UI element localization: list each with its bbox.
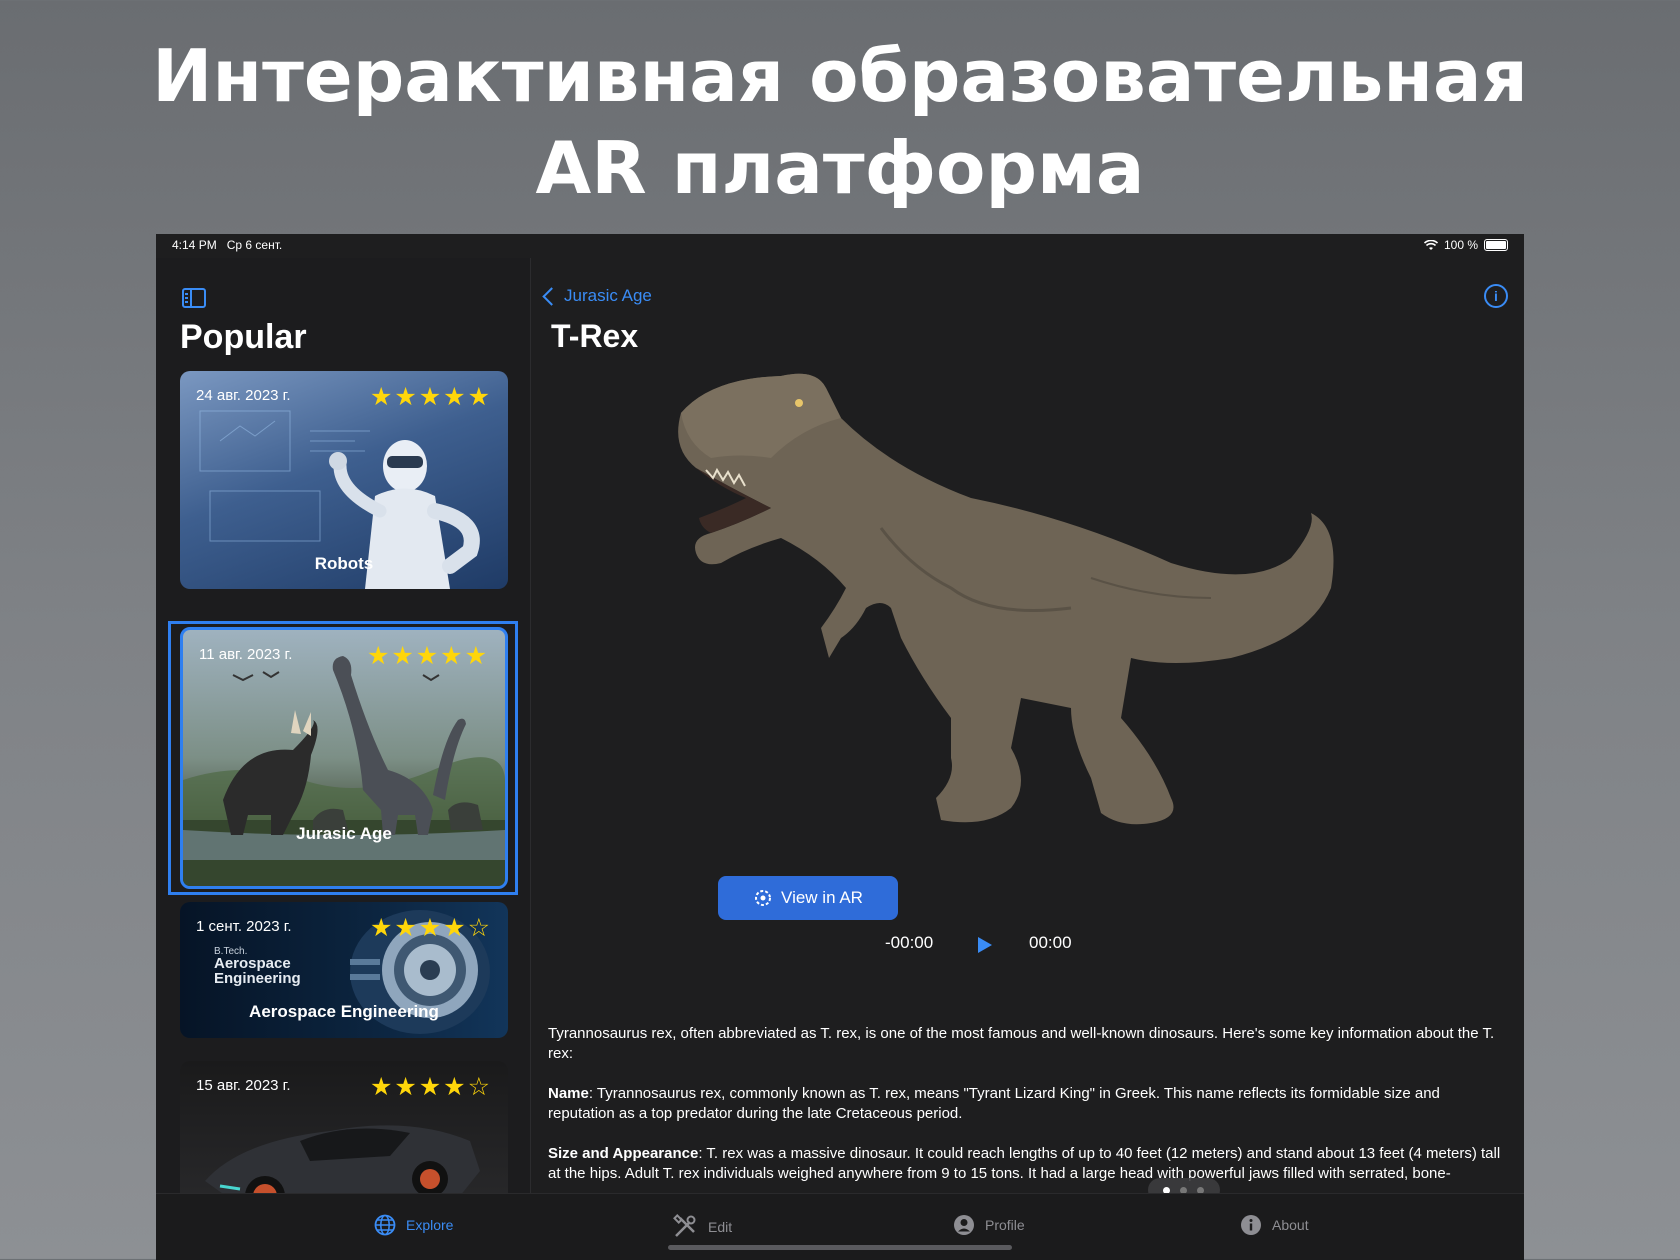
tab-edit[interactable]: Edit	[672, 1214, 732, 1240]
tab-label: About	[1272, 1217, 1309, 1233]
battery-percent: 100 %	[1443, 238, 1478, 252]
view-in-ar-label: View in AR	[781, 888, 863, 907]
card-title: Jurasic Age	[296, 824, 392, 843]
name-label: Name	[548, 1085, 589, 1102]
chevron-left-icon	[542, 286, 561, 306]
description-size-paragraph: Size and Appearance: T. rex was a massiv…	[548, 1144, 1510, 1184]
info-icon	[1241, 1215, 1261, 1235]
sidebar: Popular 24 авг. 2023 г. ★★★★★ Robots 11 …	[156, 258, 531, 1259]
play-icon[interactable]	[978, 937, 992, 953]
back-label: Jurasic Age	[564, 286, 652, 305]
ar-cube-icon	[755, 890, 772, 906]
ipad-screen: 4:14 PM Ср 6 сент. 100 % Popular 24 авг.…	[156, 234, 1524, 1259]
status-right: 100 %	[1423, 238, 1508, 252]
detail-panel: Jurasic Age i ✋ T-Rex View in AR -00:00 …	[531, 258, 1524, 1259]
battery-icon	[1484, 239, 1508, 251]
time-total: 00:00	[1029, 933, 1072, 952]
info-icon[interactable]: i	[1484, 284, 1508, 308]
tab-label: Explore	[406, 1217, 454, 1233]
headline: Интерактивная образовательная AR платфор…	[0, 30, 1680, 214]
card-date: 11 авг. 2023 г.	[199, 646, 293, 663]
name-text: : Tyrannosaurus rex, commonly known as T…	[548, 1085, 1440, 1122]
size-label: Size and Appearance	[548, 1145, 699, 1162]
person-icon	[954, 1215, 974, 1235]
tab-about[interactable]: About	[1240, 1214, 1309, 1236]
sidebar-title: Popular	[180, 318, 307, 356]
page-title: T-Rex	[551, 318, 639, 354]
status-time: 4:14 PM Ср 6 сент.	[172, 238, 282, 252]
card-date: 24 авг. 2023 г.	[196, 387, 291, 404]
status-bar: 4:14 PM Ср 6 сент. 100 %	[156, 234, 1524, 258]
headline-line-2: AR платформа	[535, 126, 1145, 210]
tab-label: Profile	[985, 1217, 1025, 1233]
description-intro: Tyrannosaurus rex, often abbreviated as …	[548, 1025, 1495, 1062]
card-title: Aerospace Engineering	[249, 1002, 439, 1021]
card-robots[interactable]: 24 авг. 2023 г. ★★★★★ Robots	[180, 371, 508, 589]
headline-line-1: Интерактивная образовательная	[152, 34, 1528, 118]
time-elapsed: -00:00	[885, 933, 934, 952]
status-date: Ср 6 сент.	[226, 238, 283, 252]
t-rex-model-image	[678, 373, 1334, 825]
tab-profile[interactable]: Profile	[953, 1214, 1025, 1236]
card-aerospace-engineering[interactable]: 1 сент. 2023 г. ★★★★☆ B.Tech. Aerospace …	[180, 902, 508, 1038]
view-in-ar-button[interactable]: View in AR	[718, 876, 898, 920]
status-clock: 4:14 PM	[172, 238, 217, 252]
rating-stars: ★★★★★	[366, 642, 489, 670]
rating-stars: ★★★★☆	[369, 1073, 492, 1101]
tab-label: Edit	[708, 1219, 733, 1235]
rating-stars: ★★★★☆	[369, 914, 492, 942]
card-date: 15 авг. 2023 г.	[196, 1077, 291, 1094]
home-indicator	[668, 1245, 1012, 1250]
tools-icon	[673, 1214, 696, 1237]
description-name-paragraph: Name: Tyrannosaurus rex, commonly known …	[548, 1084, 1510, 1124]
card-date: 1 сент. 2023 г.	[196, 918, 292, 935]
card-title: Robots	[314, 554, 374, 573]
globe-icon	[374, 1214, 396, 1236]
wifi-icon	[1423, 239, 1438, 250]
card-image-big-text: Aerospace Engineering	[214, 955, 301, 987]
tab-explore[interactable]: Explore	[374, 1214, 453, 1236]
back-button[interactable]: Jurasic Age	[542, 286, 652, 306]
card-jurasic-age[interactable]: 11 авг. 2023 г. ★★★★★ Jurasic Age	[180, 627, 508, 889]
rating-stars: ★★★★★	[369, 383, 492, 411]
sidebar-toggle-icon[interactable]	[182, 288, 206, 308]
description-text: Tyrannosaurus rex, often abbreviated as …	[548, 1024, 1510, 1204]
